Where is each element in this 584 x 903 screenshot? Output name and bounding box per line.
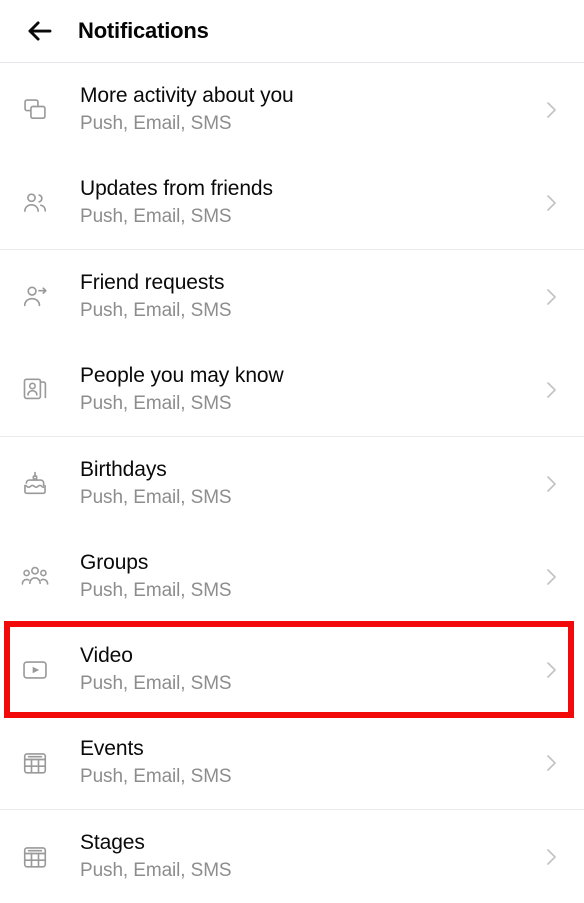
person-add-icon — [18, 283, 52, 311]
list-item-subtitle: Push, Email, SMS — [80, 766, 232, 787]
chevron-right-icon[interactable] — [538, 285, 564, 309]
chevron-right-icon[interactable] — [538, 98, 564, 122]
list-item-more-activity-about-you[interactable]: More activity about you Push, Email, SMS — [0, 63, 584, 156]
two-people-icon — [18, 189, 52, 217]
list-item-friend-requests[interactable]: Friend requests Push, Email, SMS — [0, 250, 584, 343]
list-item-subtitle: Push, Email, SMS — [80, 206, 232, 227]
chevron-right-icon[interactable] — [538, 565, 564, 589]
list-item-text: Friend requests Push, Email, SMS — [80, 269, 538, 324]
calendar-icon — [18, 749, 52, 777]
stacked-windows-icon — [18, 96, 52, 124]
profile-cards-icon — [18, 376, 52, 404]
list-item-subtitle: Push, Email, SMS — [80, 393, 232, 414]
list-item-title: Groups — [80, 551, 149, 574]
list-item-updates-from-friends[interactable]: Updates from friends Push, Email, SMS — [0, 156, 584, 249]
list-item-stages[interactable]: Stages Push, Email, SMS — [0, 810, 584, 903]
chevron-right-icon[interactable] — [538, 378, 564, 402]
chevron-right-icon[interactable] — [538, 191, 564, 215]
list-item-text: Birthdays Push, Email, SMS — [80, 456, 538, 511]
list-item-video[interactable]: Video Push, Email, SMS — [0, 623, 584, 716]
video-play-icon — [18, 656, 52, 684]
notification-settings-list: More activity about you Push, Email, SMS … — [0, 63, 584, 903]
list-item-subtitle: Push, Email, SMS — [80, 580, 232, 601]
birthday-cake-icon — [18, 470, 52, 498]
list-item-subtitle: Push, Email, SMS — [80, 300, 232, 321]
chevron-right-icon[interactable] — [538, 658, 564, 682]
list-item-groups[interactable]: Groups Push, Email, SMS — [0, 530, 584, 623]
list-item-birthdays[interactable]: Birthdays Push, Email, SMS — [0, 437, 584, 530]
list-item-text: People you may know Push, Email, SMS — [80, 362, 538, 417]
list-item-title: Events — [80, 737, 144, 760]
list-item-title: Video — [80, 644, 133, 667]
list-item-subtitle: Push, Email, SMS — [80, 673, 232, 694]
list-item-text: More activity about you Push, Email, SMS — [80, 82, 538, 137]
back-arrow-icon — [25, 16, 55, 46]
chevron-right-icon[interactable] — [538, 845, 564, 869]
chevron-right-icon[interactable] — [538, 472, 564, 496]
list-item-title: Friend requests — [80, 271, 225, 294]
list-item-text: Updates from friends Push, Email, SMS — [80, 175, 538, 230]
list-item-title: Birthdays — [80, 458, 167, 481]
list-item-people-you-may-know[interactable]: People you may know Push, Email, SMS — [0, 343, 584, 436]
list-item-title: Updates from friends — [80, 177, 273, 200]
calendar-icon — [18, 843, 52, 871]
list-item-subtitle: Push, Email, SMS — [80, 487, 232, 508]
group-people-icon — [18, 563, 52, 591]
list-item-title: Stages — [80, 831, 145, 854]
list-item-title: More activity about you — [80, 84, 294, 107]
list-item-text: Events Push, Email, SMS — [80, 735, 538, 790]
list-item-text: Groups Push, Email, SMS — [80, 549, 538, 604]
list-item-events[interactable]: Events Push, Email, SMS — [0, 716, 584, 809]
list-item-subtitle: Push, Email, SMS — [80, 860, 232, 881]
chevron-right-icon[interactable] — [538, 751, 564, 775]
page-title: Notifications — [78, 18, 209, 43]
list-item-text: Stages Push, Email, SMS — [80, 829, 538, 884]
list-item-subtitle: Push, Email, SMS — [80, 113, 232, 134]
back-button[interactable] — [18, 9, 62, 53]
app-header: Notifications — [0, 0, 584, 62]
list-item-text: Video Push, Email, SMS — [80, 642, 538, 697]
list-item-title: People you may know — [80, 364, 284, 387]
